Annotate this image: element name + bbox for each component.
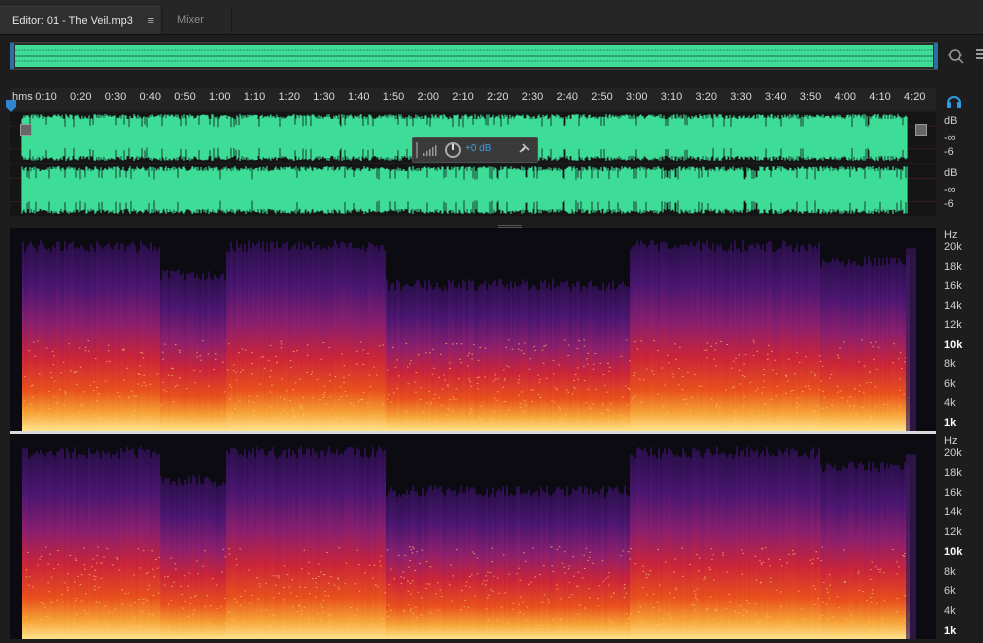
volume-hud[interactable]: +0 dB: [412, 137, 538, 163]
ruler-tick-label: 3:00: [626, 91, 648, 103]
fade-out-handle[interactable]: [915, 124, 927, 136]
ruler-tick-label: 3:40: [765, 91, 787, 103]
ruler-tick-label: 1:30: [313, 91, 335, 103]
ruler-tick-label: 0:30: [104, 91, 127, 103]
ruler-tick-label: 2:00: [417, 91, 439, 103]
hz-tick-label: 12k: [944, 526, 962, 539]
hz-tick-label: 6k: [944, 377, 956, 390]
ruler-tick-label: 3:20: [695, 91, 717, 103]
hz-tick-label: 8k: [944, 358, 956, 371]
ruler-tick-label: 1:20: [278, 91, 300, 103]
overview-waveform: [15, 45, 933, 67]
hz-tick-label: 14k: [944, 299, 962, 312]
menu-lines-icon[interactable]: ≡: [148, 7, 154, 35]
spectrogram-left-svg: [22, 228, 936, 431]
hz-tick-label: 10k: [944, 338, 963, 351]
db-scale-left: dB -∞ -6: [938, 112, 983, 163]
ruler-tick-label: 3:10: [660, 91, 683, 103]
hz-tick-label: 12k: [944, 319, 962, 332]
ruler-tick-label: 3:50: [799, 91, 822, 103]
hz-unit-label: Hz: [944, 435, 958, 447]
ruler-tick-label: 2:20: [487, 91, 509, 103]
ruler-tick-label: 0:10: [35, 91, 57, 103]
ruler-tick-label: 2:30: [521, 91, 544, 103]
tab-mixer[interactable]: Mixer: [162, 6, 232, 34]
panel-menu-icon[interactable]: [975, 46, 983, 66]
tab-editor-label: Editor: 01 - The Veil.mp3: [12, 15, 133, 27]
panel-splitter[interactable]: [10, 217, 936, 228]
ruler-tick-label: 2:50: [591, 91, 613, 103]
spectrogram-right[interactable]: [10, 434, 936, 639]
spectrogram-right-svg: [22, 434, 936, 639]
headphones-icon[interactable]: [946, 93, 964, 109]
ruler-tick-label: 4:10: [869, 91, 891, 103]
tab-bar: Editor: 01 - The Veil.mp3 ≡ Mixer: [0, 0, 983, 35]
ruler-tick-label: 4:20: [904, 91, 926, 103]
ruler-tick-label: 3:30: [730, 91, 752, 103]
volume-value[interactable]: +0 dB: [465, 143, 491, 154]
time-ruler[interactable]: hms 0:10 0:20 0:30 0:40 0:50 1:00 1:10 1:20 1:30…: [10, 88, 936, 110]
tab-mixer-label: Mixer: [177, 14, 204, 26]
hz-tick-label: 1k: [944, 625, 957, 637]
hz-tick-label: 16k: [944, 280, 962, 293]
db-unit-label: dB: [944, 115, 958, 127]
hz-unit-label: Hz: [944, 229, 958, 241]
ruler-tick-label: 1:10: [243, 91, 266, 103]
waveform-right-svg: [10, 166, 936, 214]
hz-tick-label: 8k: [944, 565, 956, 578]
ruler-tick-label: 1:40: [348, 91, 370, 103]
db-minus6-label: -6: [944, 146, 954, 158]
overview-right-handle[interactable]: [934, 43, 938, 69]
hz-tick-label: 10k: [944, 545, 963, 558]
zoom-icon[interactable]: [946, 46, 968, 66]
hz-tick-label: 14k: [944, 506, 962, 519]
overview-navigator[interactable]: [10, 42, 938, 70]
hz-tick-label: 18k: [944, 466, 962, 479]
hz-tick-label: 4k: [944, 605, 956, 618]
ruler-tick-label: 0:50: [174, 91, 196, 103]
ruler-tick-label: 1:50: [382, 91, 405, 103]
ruler-tick-label: 2:40: [556, 91, 578, 103]
fade-in-handle[interactable]: [20, 124, 32, 136]
ruler-tick-label: 0:20: [70, 91, 92, 103]
hz-tick-label: 6k: [944, 585, 956, 598]
ruler-tick-label: 4:00: [834, 91, 856, 103]
playhead-marker[interactable]: [6, 99, 16, 112]
hz-tick-label: 20k: [944, 447, 962, 459]
hz-tick-label: 1k: [944, 417, 957, 429]
hz-tick-label: 4k: [944, 397, 956, 410]
db-scale-right: dB -∞ -6: [938, 164, 983, 216]
db-inf-label: -∞: [944, 132, 956, 144]
ruler-tick-label: 2:10: [452, 91, 474, 103]
hz-tick-label: 20k: [944, 241, 962, 253]
ruler-tick-label: 1:00: [209, 91, 231, 103]
hz-tick-label: 18k: [944, 260, 962, 273]
hz-tick-label: 16k: [944, 486, 962, 499]
db-minus6-label: -6: [944, 198, 954, 210]
ruler-tick-label: 0:40: [139, 91, 161, 103]
db-unit-label: dB: [944, 167, 958, 179]
tab-editor[interactable]: Editor: 01 - The Veil.mp3 ≡: [0, 6, 160, 34]
spectrogram-left[interactable]: [10, 228, 936, 431]
channel-divider: [10, 431, 936, 434]
hz-scale-right: Hz 20k 18k 16k 14k 12k 10k 8k 6k 4k 1k: [938, 434, 983, 639]
waveform-right-channel[interactable]: [10, 164, 936, 216]
db-inf-label: -∞: [944, 184, 956, 196]
hz-scale-left: Hz 20k 18k 16k 14k 12k 10k 8k 6k 4k 1k: [938, 228, 983, 431]
overview-left-handle[interactable]: [10, 43, 14, 69]
